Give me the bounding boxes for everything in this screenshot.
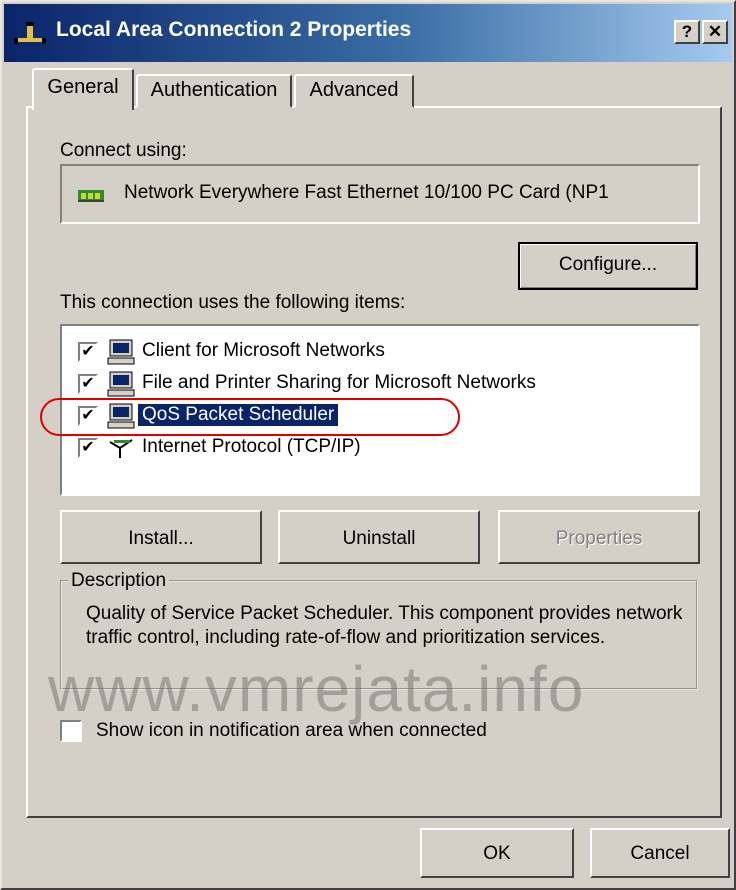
- network-protocol-icon: [109, 439, 133, 458]
- configure-button-label: Configure...: [558, 254, 658, 275]
- description-text: Quality of Service Packet Scheduler. Thi…: [86, 603, 683, 648]
- install-button-label: Install...: [128, 528, 194, 549]
- install-button[interactable]: Install...: [60, 510, 262, 564]
- close-button[interactable]: ✕: [702, 20, 728, 44]
- cancel-button-label: Cancel: [630, 843, 690, 864]
- uninstall-button-label: Uninstall: [342, 528, 416, 549]
- title-bar[interactable]: Local Area Connection 2 Properties ? ✕: [4, 4, 732, 62]
- connect-using-label: Connect using:: [60, 140, 187, 161]
- uninstall-button[interactable]: Uninstall: [278, 510, 480, 564]
- window-title: Local Area Connection 2 Properties: [56, 18, 412, 41]
- help-button[interactable]: ?: [674, 20, 700, 44]
- properties-button-label: Properties: [555, 528, 643, 549]
- properties-dialog: Local Area Connection 2 Properties ? ✕ G…: [0, 0, 736, 890]
- properties-button[interactable]: Properties: [498, 510, 700, 564]
- tab-authentication-label: Authentication: [150, 79, 278, 101]
- watermark-text: www.vmrejata.info: [48, 653, 585, 725]
- checkbox-tcpip[interactable]: ✔: [78, 438, 98, 458]
- network-connection-icon: [14, 22, 46, 44]
- tab-advanced-label: Advanced: [309, 79, 399, 101]
- computer-icon: [107, 339, 135, 365]
- tab-general[interactable]: General: [32, 68, 134, 110]
- annotation-highlight-ring: [40, 398, 460, 436]
- show-icon-label: Show icon in notification area when conn…: [96, 720, 487, 741]
- item-label-file-sharing: File and Printer Sharing for Microsoft N…: [142, 372, 536, 393]
- adapter-field: Network Everywhere Fast Ethernet 10/100 …: [60, 164, 700, 224]
- network-card-icon: [78, 190, 104, 202]
- computer-icon: [107, 371, 135, 397]
- cancel-button[interactable]: Cancel: [590, 828, 730, 878]
- tab-general-label: General: [47, 76, 119, 98]
- item-label-tcpip: Internet Protocol (TCP/IP): [142, 436, 361, 457]
- checkbox-client[interactable]: ✔: [78, 342, 98, 362]
- show-icon-checkbox[interactable]: [60, 720, 82, 742]
- tab-authentication[interactable]: Authentication: [136, 74, 292, 108]
- ok-button-label: OK: [483, 843, 511, 864]
- description-title: Description: [68, 570, 170, 592]
- items-label: This connection uses the following items…: [60, 292, 406, 313]
- tab-advanced[interactable]: Advanced: [294, 74, 414, 108]
- item-label-client: Client for Microsoft Networks: [142, 340, 385, 361]
- ok-button[interactable]: OK: [420, 828, 574, 878]
- configure-button[interactable]: Configure...: [518, 242, 698, 290]
- checkbox-file-sharing[interactable]: ✔: [78, 374, 98, 394]
- adapter-name: Network Everywhere Fast Ethernet 10/100 …: [124, 182, 609, 203]
